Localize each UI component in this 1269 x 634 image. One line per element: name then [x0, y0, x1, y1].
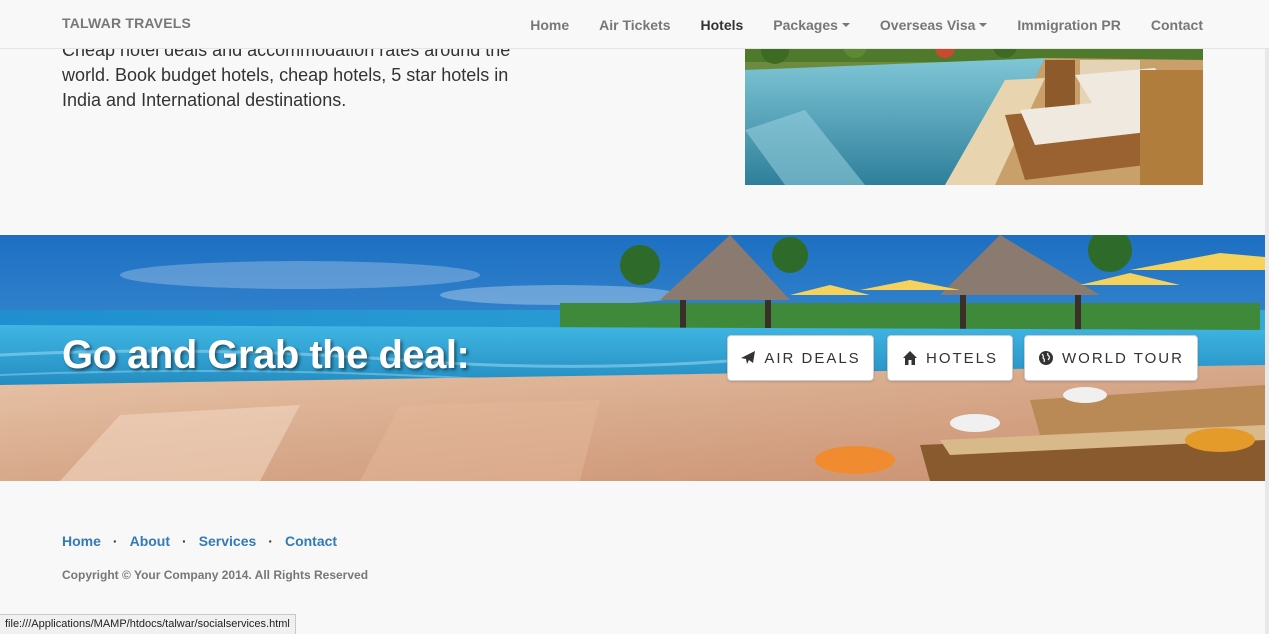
footer-link-contact[interactable]: Contact [285, 533, 337, 549]
footer-link-home[interactable]: Home [62, 533, 101, 549]
nav-item-label: Home [530, 16, 570, 33]
nav-item-label: Overseas Visa [879, 16, 976, 33]
caret-down-icon [979, 22, 988, 27]
browser-status-bar: file:///Applications/MAMP/htdocs/talwar/… [0, 614, 296, 634]
nav-item-packages[interactable]: Packages [773, 17, 850, 33]
nav-item-overseas-visa[interactable]: Overseas Visa [880, 17, 988, 33]
world-tour-label: WORLD TOUR [1062, 349, 1184, 367]
window-scrollbar[interactable] [1265, 0, 1269, 634]
nav-item-air-tickets[interactable]: Air Tickets [599, 17, 670, 33]
caret-down-icon [841, 22, 850, 27]
globe-icon [1039, 351, 1054, 365]
nav-item-immigration-pr[interactable]: Immigration PR [1017, 17, 1120, 33]
plane-icon [741, 351, 756, 364]
hotels-button[interactable]: HOTELS [887, 335, 1013, 381]
nav-item-contact[interactable]: Contact [1151, 17, 1203, 33]
nav-menu: Home Air Tickets Hotels Packages Oversea… [500, 0, 1203, 49]
footer-link-about[interactable]: About [130, 533, 170, 549]
hotel-pool-image [745, 40, 1203, 185]
nav-item-label: Hotels [700, 16, 744, 33]
top-navbar: TALWAR TRAVELS Home Air Tickets Hotels P… [0, 0, 1269, 49]
air-deals-button[interactable]: AIR DEALS [727, 335, 874, 381]
deals-banner: Go and Grab the deal: AIR DEALS HOTELS W… [0, 235, 1265, 481]
nav-item-label: Packages [773, 16, 838, 33]
footer-link-services[interactable]: Services [199, 533, 257, 549]
separator-dot: · [112, 533, 118, 549]
home-icon [902, 351, 917, 365]
brand-logo[interactable]: TALWAR TRAVELS [62, 15, 191, 31]
air-deals-label: AIR DEALS [764, 349, 861, 367]
banner-title: Go and Grab the deal: [62, 333, 470, 377]
copyright-text: Copyright © Your Company 2014. All Right… [62, 568, 369, 582]
separator-dot: · [268, 533, 273, 549]
separator-dot: · [182, 533, 187, 549]
nav-item-label: Immigration PR [1017, 16, 1121, 33]
footer-links: Home · About · Services · Contact [62, 533, 337, 549]
nav-item-home[interactable]: Home [530, 17, 569, 33]
nav-item-label: Contact [1150, 16, 1203, 33]
world-tour-button[interactable]: WORLD TOUR [1024, 335, 1198, 381]
nav-item-hotels[interactable]: Hotels [701, 17, 744, 33]
nav-item-label: Air Tickets [599, 16, 671, 33]
hotels-label: HOTELS [925, 349, 998, 367]
hotels-intro-text: Cheap hotel deals and accommodation rate… [62, 40, 511, 110]
